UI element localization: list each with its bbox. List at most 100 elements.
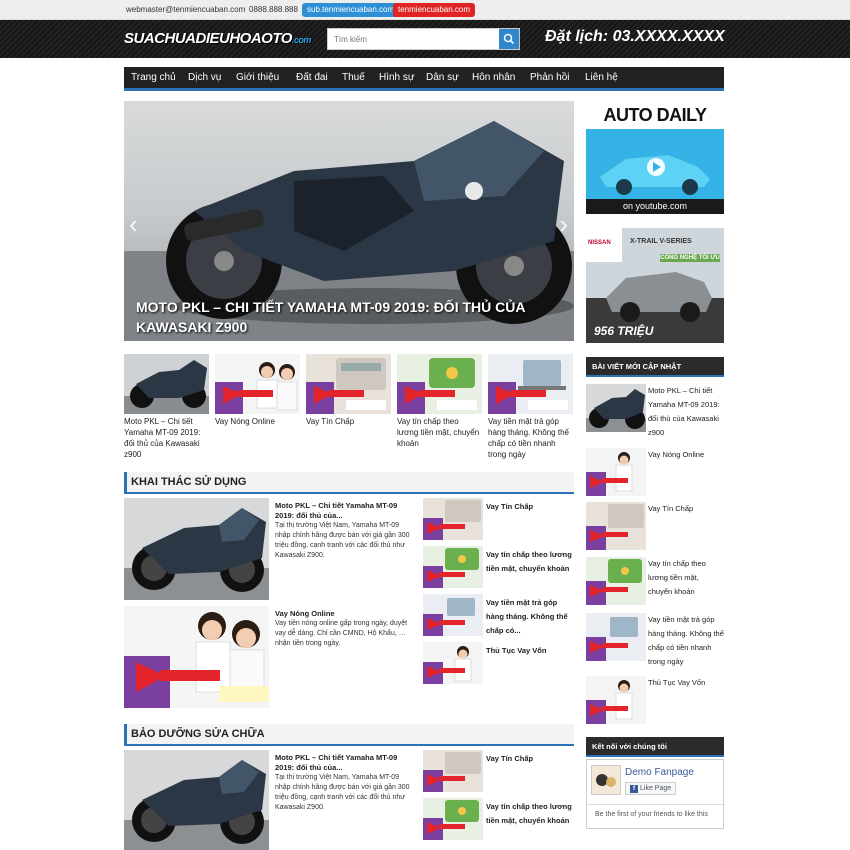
latest-post-image-laptop	[586, 613, 646, 661]
nav-about[interactable]: Giới thiệu	[236, 67, 279, 88]
post-title[interactable]: Vay Nóng Online	[275, 609, 415, 619]
section-title: BẢO DƯỠNG SỬA CHỮA	[131, 728, 265, 740]
contact-phone[interactable]: 0888.888.888	[249, 4, 298, 16]
post-title[interactable]: Moto PKL – Chi tiết Yamaha MT-09 2019: đ…	[275, 753, 415, 773]
search-button[interactable]	[499, 29, 519, 49]
post-image-people[interactable]	[124, 606, 269, 708]
search-input[interactable]	[328, 29, 500, 49]
section-header[interactable]: BẢO DƯỠNG SỬA CHỮA	[124, 724, 574, 746]
small-post-image[interactable]	[423, 546, 483, 588]
latest-post-item[interactable]: Thủ Tục Vay Vốn	[586, 676, 724, 724]
fanpage-widget: Demo Fanpage f Like Page Be the first of …	[586, 759, 724, 829]
small-post-image[interactable]	[423, 798, 483, 840]
small-post-image[interactable]	[423, 498, 483, 540]
nissan-brand: NISSAN	[588, 240, 611, 246]
nav-land[interactable]: Đất đai	[296, 67, 328, 88]
latest-post-image-calc	[586, 502, 646, 550]
post-summary: Vay Nóng Online Vay tiền nóng online gấp…	[275, 609, 415, 649]
latest-post-title[interactable]: Vay tín chấp theo lương tiền mặt, chuyển…	[648, 557, 724, 599]
thumb-card[interactable]: Vay tín chấp theo lương tiền mặt, chuyển…	[397, 354, 482, 449]
slider-caption[interactable]: MOTO PKL – CHI TIẾT YAMAHA MT-09 2019: Đ…	[136, 297, 556, 337]
latest-post-image-green	[586, 557, 646, 605]
thumb-card[interactable]: Vay Nóng Online	[215, 354, 300, 427]
thumb-caption[interactable]: Moto PKL – Chi tiết Yamaha MT-09 2019: đ…	[124, 416, 209, 460]
section-title: KHAI THÁC SỬ DỤNG	[131, 476, 247, 488]
post-title[interactable]: Moto PKL – Chi tiết Yamaha MT-09 2019: đ…	[275, 501, 415, 521]
section-header[interactable]: KHAI THÁC SỬ DỤNG	[124, 472, 574, 494]
post-summary: Moto PKL – Chi tiết Yamaha MT-09 2019: đ…	[275, 753, 415, 813]
nav-marriage[interactable]: Hôn nhân	[472, 67, 515, 88]
thumb-card[interactable]: Moto PKL – Chi tiết Yamaha MT-09 2019: đ…	[124, 354, 209, 460]
search-icon	[503, 33, 515, 45]
latest-post-title[interactable]: Thủ Tục Vay Vốn	[648, 676, 724, 690]
nissan-price: 956 TRIỆU	[594, 324, 654, 338]
thumb-card[interactable]: Vay tiền mặt trả góp hàng tháng. Không t…	[488, 354, 573, 460]
latest-post-title[interactable]: Vay Nóng Online	[648, 448, 724, 462]
contact-email[interactable]: webmaster@tenmiencuaban.com	[126, 4, 245, 16]
small-post-title[interactable]: Vay tín chấp theo lương tiền mặt, chuyển…	[486, 548, 574, 576]
site-header: SUACHUADIEUHOAOTO.com Đặt lịch: 03.XXXX.…	[0, 20, 850, 58]
section-accent-bar	[124, 724, 127, 744]
thumb-caption[interactable]: Vay Nóng Online	[215, 416, 300, 427]
small-post-title[interactable]: Vay tiền mặt trả góp hàng tháng. Không t…	[486, 596, 574, 638]
logo-text: SUACHUADIEUHOAOTO	[124, 30, 292, 47]
small-post-title[interactable]: Vay tín chấp theo lương tiền mặt, chuyển…	[486, 800, 574, 828]
post-image-moto[interactable]	[124, 498, 269, 600]
latest-posts-header: BÀI VIẾT MỚI CẬP NHẬT	[586, 357, 724, 377]
nav-services[interactable]: Dịch vụ	[188, 67, 221, 88]
fanpage-friends-text: Be the first of your friends to like thi…	[595, 811, 708, 818]
small-post-image[interactable]	[423, 750, 483, 792]
autodaily-title: AUTO DAILY	[586, 101, 724, 129]
small-post-image[interactable]	[423, 642, 483, 684]
nav-criminal[interactable]: Hình sự	[379, 67, 415, 88]
slider-next-arrow[interactable]: ›	[559, 211, 568, 237]
nissan-banner[interactable]: NISSAN X-TRAIL V-SERIES CÔNG NGHỆ TỐI ƯU…	[586, 228, 724, 343]
latest-post-item[interactable]: Moto PKL – Chi tiết Yamaha MT-09 2019: đ…	[586, 384, 724, 437]
latest-post-title[interactable]: Vay tiền mặt trả góp hàng tháng. Không t…	[648, 613, 724, 669]
nav-civil[interactable]: Dân sự	[426, 67, 459, 88]
thumb-caption[interactable]: Vay tín chấp theo lương tiền mặt, chuyển…	[397, 416, 482, 449]
latest-post-item[interactable]: Vay Tín Chấp	[586, 502, 724, 550]
latest-post-image-people	[586, 448, 646, 496]
thumb-card[interactable]: Vay Tín Chấp	[306, 354, 391, 427]
featured-slider[interactable]: ‹ › MOTO PKL – CHI TIẾT YAMAHA MT-09 201…	[124, 101, 574, 341]
post-excerpt: Tại thị trường Việt Nam, Yamaha MT-09 nh…	[275, 522, 410, 559]
latest-post-item[interactable]: Vay Nóng Online	[586, 448, 724, 496]
autodaily-banner[interactable]: AUTO DAILY on youtube.com	[586, 101, 724, 214]
slider-prev-arrow[interactable]: ‹	[129, 211, 138, 237]
main-nav: Trang chủ Dịch vụ Giới thiệu Đất đai Thu…	[124, 67, 724, 91]
latest-post-title[interactable]: Moto PKL – Chi tiết Yamaha MT-09 2019: đ…	[648, 384, 724, 440]
like-page-label: Like Page	[640, 785, 672, 792]
post-image-moto[interactable]	[124, 750, 269, 850]
post-excerpt: Tại thị trường Việt Nam, Yamaha MT-09 nh…	[275, 774, 410, 811]
latest-post-item[interactable]: Vay tiền mặt trả góp hàng tháng. Không t…	[586, 613, 724, 666]
small-post-title[interactable]: Vay Tín Chấp	[486, 500, 574, 514]
youtube-link: on youtube.com	[586, 199, 724, 214]
nav-feedback[interactable]: Phản hồi	[530, 67, 569, 88]
like-page-button[interactable]: f Like Page	[625, 782, 677, 795]
car-image	[586, 129, 724, 199]
latest-post-image-people	[586, 676, 646, 724]
logo-ext: .com	[291, 35, 312, 45]
sub-domain-link[interactable]: sub.tenmiencuaban.com	[302, 3, 400, 17]
section-accent-bar	[124, 472, 127, 492]
search-box	[327, 28, 520, 50]
fanpage-avatar[interactable]	[591, 765, 621, 795]
facebook-like-icon: f	[630, 785, 638, 793]
domain-link[interactable]: tenmiencuaban.com	[393, 3, 476, 17]
small-post-image[interactable]	[423, 594, 483, 636]
small-post-title[interactable]: Thủ Tục Vay Vốn	[486, 644, 574, 658]
latest-post-title[interactable]: Vay Tín Chấp	[648, 502, 724, 516]
nav-home[interactable]: Trang chủ	[131, 67, 176, 88]
nav-contact[interactable]: Liên hệ	[585, 67, 618, 88]
latest-post-item[interactable]: Vay tín chấp theo lương tiền mặt, chuyển…	[586, 557, 724, 605]
top-bar: webmaster@tenmiencuaban.com 0888.888.888…	[0, 0, 850, 20]
thumb-caption[interactable]: Vay Tín Chấp	[306, 416, 391, 427]
connect-header: Kết nối với chúng tôi	[586, 737, 724, 757]
nav-tax[interactable]: Thuế	[342, 67, 365, 88]
thumb-caption[interactable]: Vay tiền mặt trả góp hàng tháng. Không t…	[488, 416, 573, 460]
fanpage-name[interactable]: Demo Fanpage	[625, 767, 694, 778]
small-post-title[interactable]: Vay Tín Chấp	[486, 752, 574, 766]
post-summary: Moto PKL – Chi tiết Yamaha MT-09 2019: đ…	[275, 501, 415, 561]
site-logo[interactable]: SUACHUADIEUHOAOTO.com	[124, 30, 311, 47]
